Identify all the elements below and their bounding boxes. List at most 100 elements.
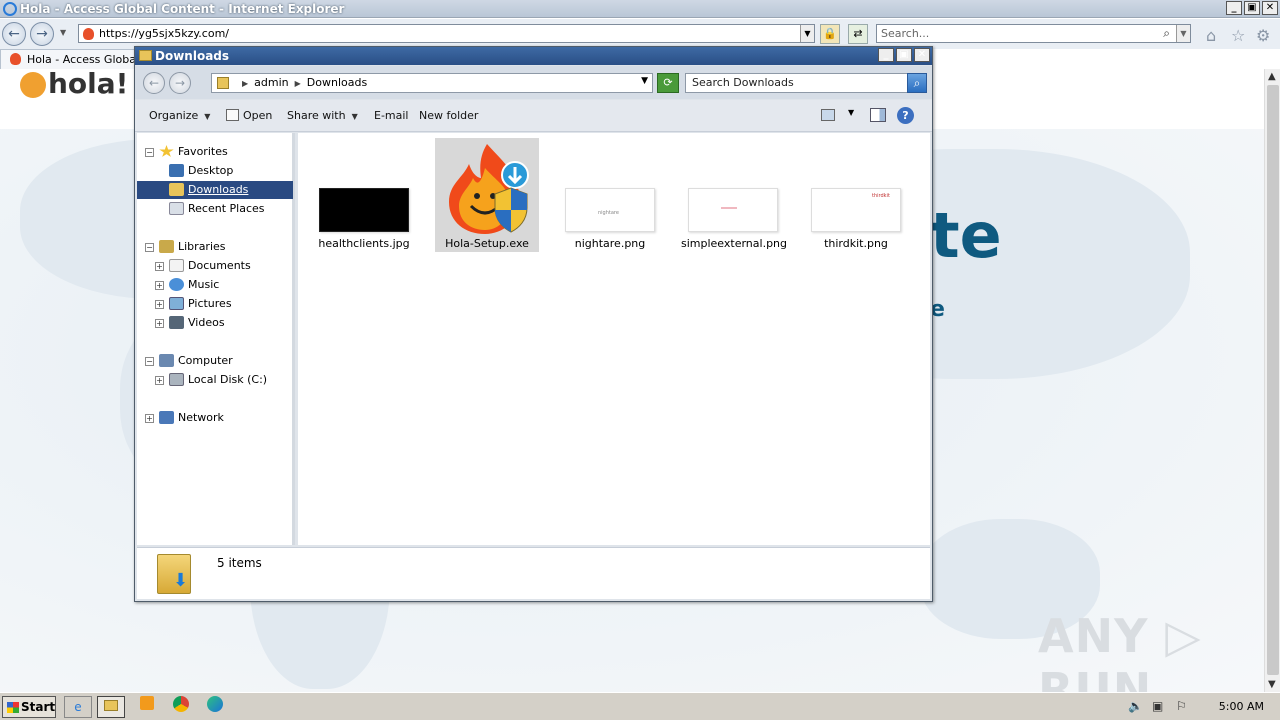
action-center-flag-icon[interactable]: ⚐ [1176, 699, 1187, 713]
expand-icon[interactable]: + [155, 300, 164, 309]
start-button[interactable]: Start [2, 696, 56, 718]
ie-search-box[interactable]: Search... ⌕ ▼ [876, 24, 1191, 43]
downloads-folder-icon [169, 183, 184, 196]
explorer-maximize-button[interactable]: ▣ [896, 48, 912, 62]
sidebar-item-label: Videos [188, 316, 225, 329]
preview-pane-icon[interactable] [870, 108, 886, 122]
sidebar-item-computer[interactable]: − Computer [145, 352, 233, 370]
hola-logo[interactable]: hola! [20, 69, 128, 100]
explorer-close-button[interactable]: ✕ [914, 48, 930, 62]
file-item-selected[interactable]: Hola-Setup.exe [435, 138, 539, 252]
home-icon[interactable]: ⌂ [1206, 26, 1216, 45]
explorer-refresh-icon[interactable]: ⟳ [657, 73, 679, 93]
scroll-down-icon[interactable]: ▼ [1268, 679, 1276, 690]
sidebar-item-label: Downloads [188, 183, 249, 196]
clock[interactable]: 5:00 AM [1219, 700, 1264, 713]
scroll-thumb[interactable] [1267, 85, 1279, 675]
explorer-titlebar: Downloads _ ▣ ✕ [135, 47, 932, 65]
site-favicon [83, 28, 94, 40]
explorer-forward-icon[interactable]: → [169, 72, 191, 94]
videos-icon [169, 316, 184, 329]
breadcrumb-item-downloads[interactable]: Downloads [307, 76, 367, 89]
file-item[interactable]: thirdkit thirdkit.png [804, 138, 908, 252]
expand-icon[interactable]: + [155, 262, 164, 271]
page-scrollbar[interactable]: ▲ ▼ [1264, 69, 1280, 692]
file-item[interactable]: nightare nightare.png [558, 138, 662, 252]
address-bar[interactable]: https://yg5sjx5kzy.com/ ▼ [78, 24, 815, 43]
taskbar-edge-icon[interactable] [201, 696, 229, 718]
star-icon [159, 145, 174, 157]
expand-icon[interactable]: + [155, 376, 164, 385]
taskbar-chrome-icon[interactable] [167, 696, 195, 718]
refresh-icon[interactable]: ⇄ [848, 24, 868, 44]
chevron-down-icon: ▼ [351, 112, 358, 121]
sidebar-item-label: Desktop [188, 164, 234, 177]
taskbar-media-player-icon[interactable] [133, 696, 161, 718]
breadcrumb-separator-icon[interactable]: ▶ [242, 79, 248, 88]
file-item[interactable]: simpleexternal.png [681, 138, 787, 252]
recent-places-icon [169, 202, 184, 215]
collapse-icon[interactable]: − [145, 148, 154, 157]
collapse-icon[interactable]: − [145, 357, 154, 366]
expand-icon[interactable]: + [155, 281, 164, 290]
favorites-star-icon[interactable]: ☆ [1231, 26, 1245, 45]
forward-icon[interactable]: → [30, 22, 54, 46]
sidebar-item-desktop[interactable]: Desktop [169, 162, 233, 180]
expand-icon[interactable]: + [145, 414, 154, 423]
navigation-pane: − Favorites Desktop Downloads Recent Plac… [137, 133, 295, 545]
explorer-search-input[interactable]: Search Downloads [685, 73, 908, 93]
organize-button[interactable]: Organize ▼ [149, 109, 210, 122]
breadcrumb-dropdown-icon[interactable]: ▼ [641, 76, 648, 86]
address-dropdown-icon[interactable]: ▼ [800, 25, 814, 42]
ie-minimize-button[interactable]: _ [1226, 1, 1242, 15]
expand-icon[interactable]: + [155, 319, 164, 328]
search-icon[interactable]: ⌕ [1163, 26, 1170, 41]
sidebar-item-downloads[interactable]: Downloads [137, 181, 293, 199]
ie-tab[interactable]: Hola - Access Global C [0, 49, 140, 69]
search-dropdown-icon[interactable]: ▼ [1176, 25, 1190, 42]
sidebar-item-videos[interactable]: + Videos [155, 314, 225, 332]
sidebar-item-local-disk[interactable]: + Local Disk (C:) [155, 371, 267, 389]
gear-icon[interactable]: ⚙ [1256, 26, 1270, 45]
open-button[interactable]: Open [226, 109, 272, 122]
view-options-dropdown-icon[interactable]: ▼ [848, 108, 854, 117]
file-name: Hola-Setup.exe [445, 237, 529, 250]
sidebar-item-pictures[interactable]: + Pictures [155, 295, 232, 313]
sidebar-item-recent-places[interactable]: Recent Places [169, 200, 265, 218]
email-button[interactable]: E-mail [374, 109, 409, 122]
network-status-icon[interactable]: ▣ [1152, 699, 1163, 713]
taskbar-explorer-icon[interactable] [97, 696, 125, 718]
open-label: Open [243, 109, 273, 122]
tab-label: Hola - Access Global C [27, 53, 140, 66]
sidebar-item-documents[interactable]: + Documents [155, 257, 251, 275]
sidebar-item-label: Recent Places [188, 202, 265, 215]
scroll-up-icon[interactable]: ▲ [1268, 71, 1276, 82]
explorer-minimize-button[interactable]: _ [878, 48, 894, 62]
explorer-search-icon[interactable]: ⌕ [907, 73, 927, 93]
taskbar-internet-explorer-icon[interactable]: e [64, 696, 92, 718]
internet-explorer-icon [3, 2, 17, 16]
sidebar-item-libraries[interactable]: − Libraries [145, 238, 226, 256]
back-icon[interactable]: ← [2, 22, 26, 46]
ie-close-button[interactable]: ✕ [1262, 1, 1278, 15]
change-view-icon[interactable] [821, 109, 835, 121]
sidebar-item-music[interactable]: + Music [155, 276, 219, 294]
sidebar-item-favorites[interactable]: − Favorites [145, 143, 228, 161]
breadcrumb-item-admin[interactable]: admin [254, 76, 288, 89]
volume-icon[interactable]: 🔈 [1128, 699, 1143, 713]
help-icon[interactable]: ? [897, 107, 914, 124]
new-folder-button[interactable]: New folder [419, 109, 478, 122]
breadcrumb-separator-icon[interactable]: ▶ [295, 79, 301, 88]
history-dropdown-icon[interactable]: ▼ [60, 28, 66, 37]
file-item[interactable]: healthclients.jpg [312, 138, 416, 252]
share-with-button[interactable]: Share with ▼ [287, 109, 358, 122]
documents-icon [169, 259, 184, 272]
lock-icon[interactable]: 🔒 [820, 24, 840, 44]
ie-navigation-bar: ← → ▼ https://yg5sjx5kzy.com/ ▼ 🔒 ⇄ Sear… [0, 19, 1280, 49]
collapse-icon[interactable]: − [145, 243, 154, 252]
anyrun-watermark: ANY ▷ RUN [1038, 609, 1202, 692]
sidebar-item-network[interactable]: + Network [145, 409, 224, 427]
breadcrumb[interactable]: ▶ admin ▶ Downloads ▼ [211, 73, 653, 93]
ie-restore-button[interactable]: ▣ [1244, 1, 1260, 15]
explorer-back-icon[interactable]: ← [143, 72, 165, 94]
